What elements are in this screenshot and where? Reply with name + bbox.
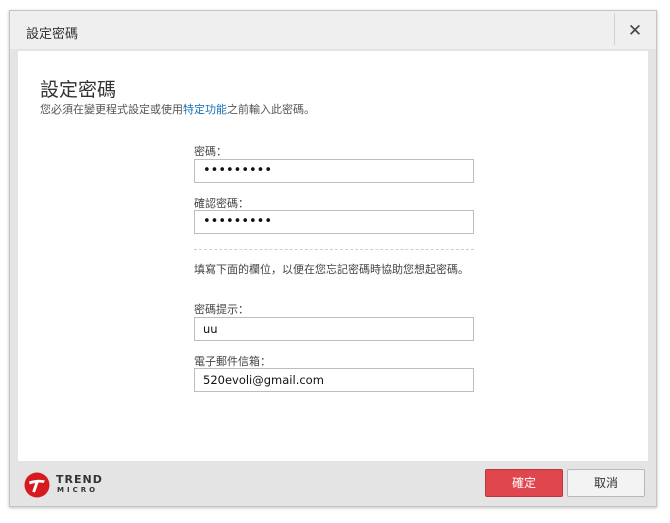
logo-text-sub: MICRO — [57, 486, 99, 494]
logo-text-main: TREND — [56, 473, 103, 486]
window-title: 設定密碼 — [26, 27, 79, 42]
close-icon: ✕ — [627, 21, 643, 41]
confirm-password-field[interactable]: ••••••••• — [194, 210, 474, 234]
title-divider — [614, 13, 615, 45]
email-field[interactable]: 520evoli@gmail.com — [194, 368, 474, 392]
trend-micro-logo-icon — [24, 472, 50, 498]
email-label: 電子郵件信箱： — [194, 355, 271, 368]
section-divider — [194, 249, 474, 250]
description-after: 之前輸入此密碼。 — [227, 103, 315, 116]
ok-button[interactable]: 確定 — [485, 469, 563, 497]
confirm-password-label: 確認密碼： — [194, 197, 249, 210]
description-text: 您必須在變更程式設定或使用特定功能之前輸入此密碼。 — [40, 101, 315, 117]
dialog-content: 設定密碼 您必須在變更程式設定或使用特定功能之前輸入此密碼。 密碼： •••••… — [18, 51, 648, 461]
cancel-button[interactable]: 取消 — [567, 469, 645, 497]
title-bar: 設定密碼 ✕ — [10, 11, 656, 49]
close-button[interactable]: ✕ — [622, 19, 648, 43]
set-password-dialog: 設定密碼 ✕ 設定密碼 您必須在變更程式設定或使用特定功能之前輸入此密碼。 密碼… — [9, 10, 657, 507]
specific-features-link[interactable]: 特定功能 — [183, 103, 227, 116]
password-field[interactable]: ••••••••• — [194, 159, 474, 183]
password-hint-field[interactable]: uu — [194, 317, 474, 341]
page-title: 設定密碼 — [40, 79, 117, 101]
hint-instructions: 填寫下面的欄位，以便在您忘記密碼時協助您想起密碼。 — [194, 263, 469, 276]
password-label: 密碼： — [194, 145, 227, 158]
description-before: 您必須在變更程式設定或使用 — [40, 103, 183, 116]
password-hint-label: 密碼提示： — [194, 303, 249, 316]
